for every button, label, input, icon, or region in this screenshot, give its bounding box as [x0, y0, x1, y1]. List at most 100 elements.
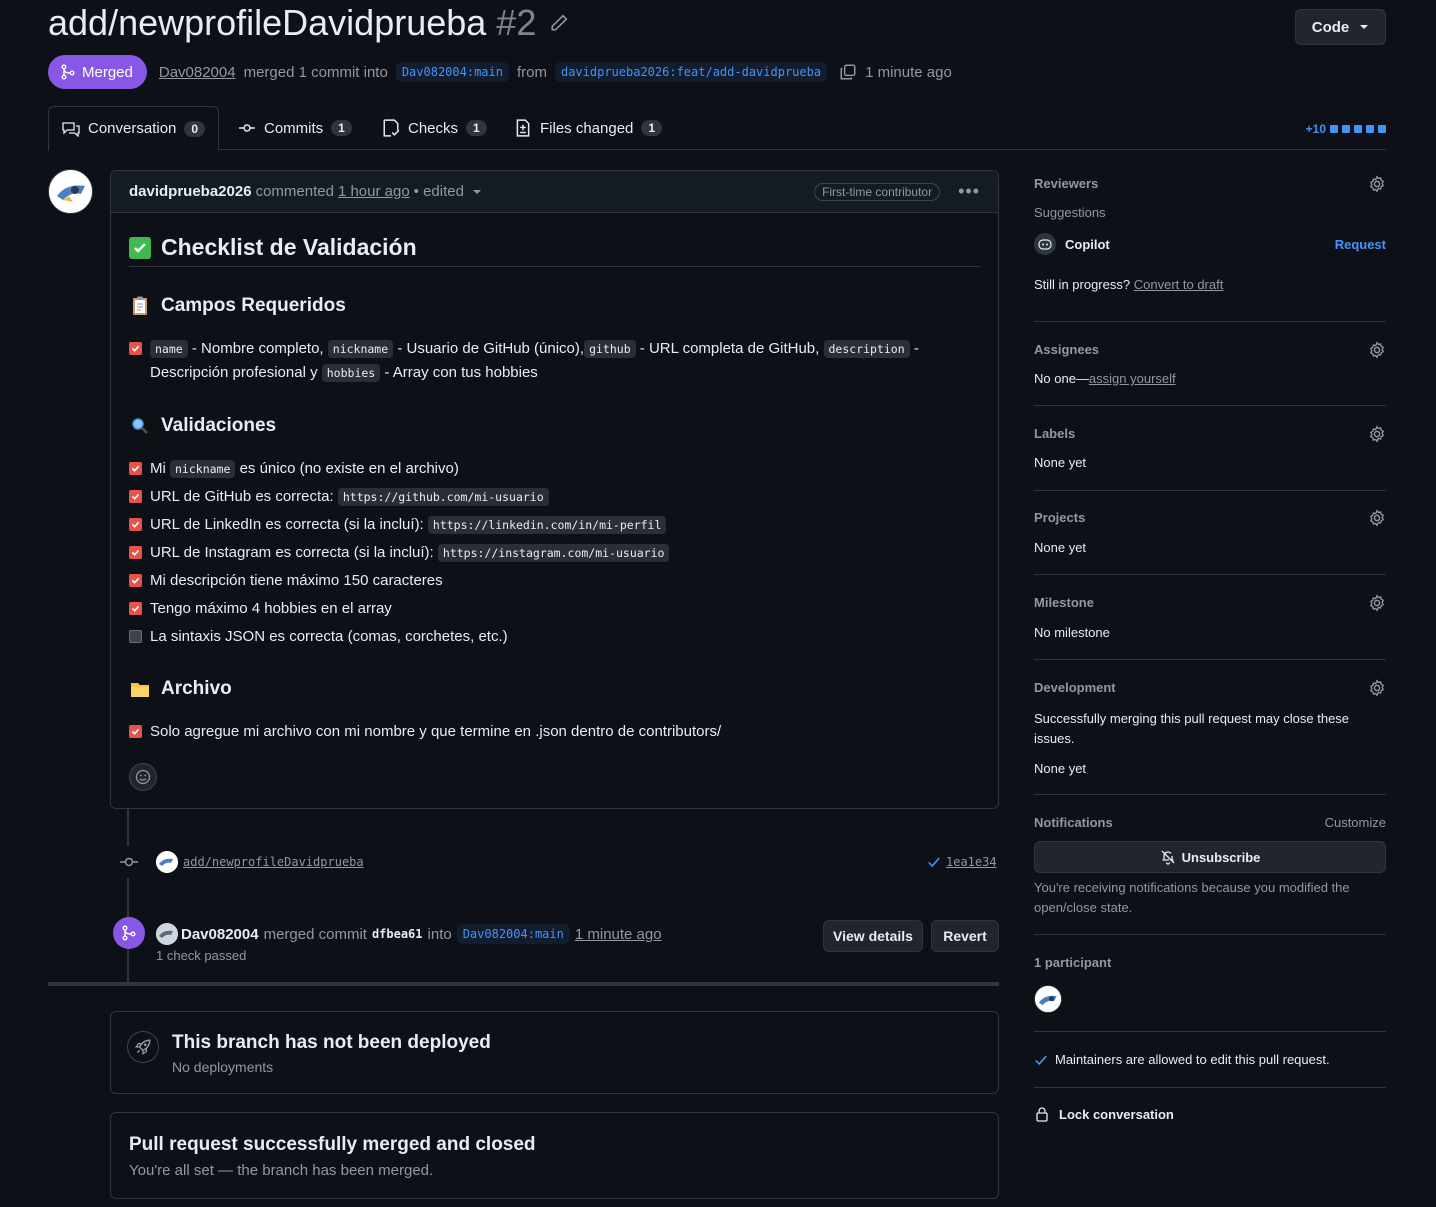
projects-value: None yet [1034, 540, 1087, 555]
task-list-item: name - Nombre completo, nickname - Usuar… [129, 337, 980, 385]
view-details-button[interactable]: View details [823, 920, 923, 952]
section-heading: Campos Requeridos [129, 293, 980, 319]
unsubscribe-button[interactable]: Unsubscribe [1034, 841, 1386, 873]
pr-time: 1 minute ago [865, 63, 952, 81]
deploy-title: This branch has not been deployed [172, 1032, 491, 1053]
timeline-line [127, 809, 129, 984]
head-branch[interactable]: davidprueba2026:feat/add-davidprueba [554, 62, 828, 82]
checkbox-unchecked[interactable] [129, 630, 142, 643]
task-list-item: URL de Instagram es correcta (si la incl… [129, 541, 980, 569]
merge-icon [122, 925, 136, 941]
lock-conversation-button[interactable]: Lock conversation [1034, 1106, 1386, 1123]
commit-status: 1ea1e34 [927, 855, 997, 869]
checkbox-checked[interactable] [129, 518, 142, 531]
gear-icon[interactable] [1368, 509, 1386, 527]
base-branch[interactable]: Dav082004:main [395, 62, 509, 82]
diffstat-block [1330, 125, 1338, 133]
tab-checks[interactable]: Checks 1 [382, 106, 487, 150]
pencil-icon[interactable] [550, 14, 568, 32]
revert-button[interactable]: Revert [931, 920, 999, 952]
maintainers-row: Maintainers are allowed to edit this pul… [1034, 1052, 1386, 1067]
avatar[interactable] [156, 923, 178, 945]
checkbox-checked[interactable] [129, 602, 142, 615]
code-button[interactable]: Code [1295, 9, 1386, 45]
checkbox-checked[interactable] [129, 342, 142, 355]
participant-avatar[interactable] [1034, 985, 1062, 1013]
reviewers-section: Reviewers [1034, 175, 1386, 195]
diffstat: +10 [1306, 122, 1386, 136]
checkbox-checked[interactable] [129, 490, 142, 503]
pr-tabs: Conversation 0 Commits 1 Checks 1 Files … [48, 106, 1386, 151]
checkbox-checked[interactable] [129, 546, 142, 559]
divider [1034, 490, 1386, 491]
milestone-value: No milestone [1034, 625, 1110, 640]
comment-box: davidprueba2026 commented 1 hour ago • e… [110, 170, 999, 809]
checks-passed[interactable]: 1 check passed [156, 948, 246, 963]
add-reaction-button[interactable] [129, 763, 157, 791]
commit-sha-link[interactable]: 1ea1e34 [946, 855, 997, 869]
customize-link[interactable]: Customize [1325, 815, 1386, 835]
deployment-box: This branch has not been deployed No dep… [110, 1011, 999, 1094]
commit-message-link[interactable]: add/newprofileDavidprueba [183, 855, 364, 869]
caret-down-icon[interactable] [472, 189, 482, 195]
draft-row: Still in progress? Convert to draft [1034, 277, 1224, 292]
assignees-value: No one—assign yourself [1034, 371, 1176, 386]
task-list-item: Mi descripción tiene máximo 150 caracter… [129, 569, 980, 597]
request-review-button[interactable]: Request [1335, 237, 1386, 252]
tab-conversation[interactable]: Conversation 0 [48, 106, 220, 151]
avatar[interactable] [48, 169, 93, 214]
task-list-item: URL de LinkedIn es correcta (si la inclu… [129, 513, 980, 541]
divider [1034, 794, 1386, 795]
copy-icon[interactable] [839, 63, 857, 81]
divider [1034, 321, 1386, 322]
suggestions-label: Suggestions [1034, 205, 1106, 220]
checkbox-checked[interactable] [129, 574, 142, 587]
avatar[interactable] [156, 851, 178, 873]
clipboard-emoji-icon [129, 295, 151, 317]
check-icon [928, 857, 940, 868]
commit-row: add/newprofileDavidprueba [183, 855, 364, 869]
pr-author-link[interactable]: Dav082004 [159, 64, 236, 81]
gear-icon[interactable] [1368, 341, 1386, 359]
tab-commits[interactable]: Commits 1 [238, 106, 352, 150]
gear-icon[interactable] [1368, 175, 1386, 193]
pr-title: add/newprofileDavidprueba [48, 2, 487, 43]
assign-yourself-link[interactable]: assign yourself [1089, 371, 1176, 386]
development-text: Successfully merging this pull request m… [1034, 711, 1350, 746]
merged-title: Pull request successfully merged and clo… [129, 1134, 536, 1155]
checkbox-checked[interactable] [129, 725, 142, 738]
comment-author[interactable]: davidprueba2026 [129, 183, 252, 200]
edited-dropdown[interactable]: • edited [414, 183, 464, 200]
copilot-icon [1034, 233, 1056, 255]
checkbox-checked[interactable] [129, 462, 142, 475]
section-heading: Validaciones [129, 413, 980, 439]
merge-time[interactable]: 1 minute ago [575, 926, 662, 943]
comment-time[interactable]: 1 hour ago [338, 183, 410, 200]
merge-sha[interactable]: dfbea61 [372, 927, 423, 941]
gear-icon[interactable] [1368, 425, 1386, 443]
diffstat-block [1366, 125, 1374, 133]
kebab-menu-icon[interactable]: ••• [958, 181, 980, 202]
comment-header: davidprueba2026 commented 1 hour ago • e… [111, 171, 998, 213]
divider [1034, 405, 1386, 406]
development-value: None yet [1034, 761, 1087, 776]
notifications-section: Notifications Customize [1034, 815, 1386, 835]
reviewer-suggestion: Copilot Request [1034, 232, 1386, 256]
participants-label: 1 participant [1034, 955, 1112, 970]
diffstat-block [1378, 125, 1386, 133]
merge-branch[interactable]: Dav082004:main [456, 924, 570, 944]
divider [1034, 1087, 1386, 1088]
gear-icon[interactable] [1368, 594, 1386, 612]
pr-title-row: add/newprofileDavidprueba #2 [48, 2, 568, 44]
file-diff-icon [516, 119, 530, 137]
folder-emoji-icon [129, 678, 151, 700]
gear-icon[interactable] [1368, 679, 1386, 697]
divider [1034, 934, 1386, 935]
task-list-item: URL de GitHub es correcta: https://githu… [129, 485, 980, 513]
convert-to-draft-link[interactable]: Convert to draft [1134, 277, 1224, 292]
tab-files-changed[interactable]: Files changed 1 [514, 106, 663, 150]
task-list: Mi nickname es único (no existe en el ar… [129, 457, 980, 653]
labels-value: None yet [1034, 455, 1087, 470]
merge-author-link[interactable]: Dav082004 [181, 926, 259, 943]
notifications-text: You're receiving notifications because y… [1034, 880, 1350, 915]
